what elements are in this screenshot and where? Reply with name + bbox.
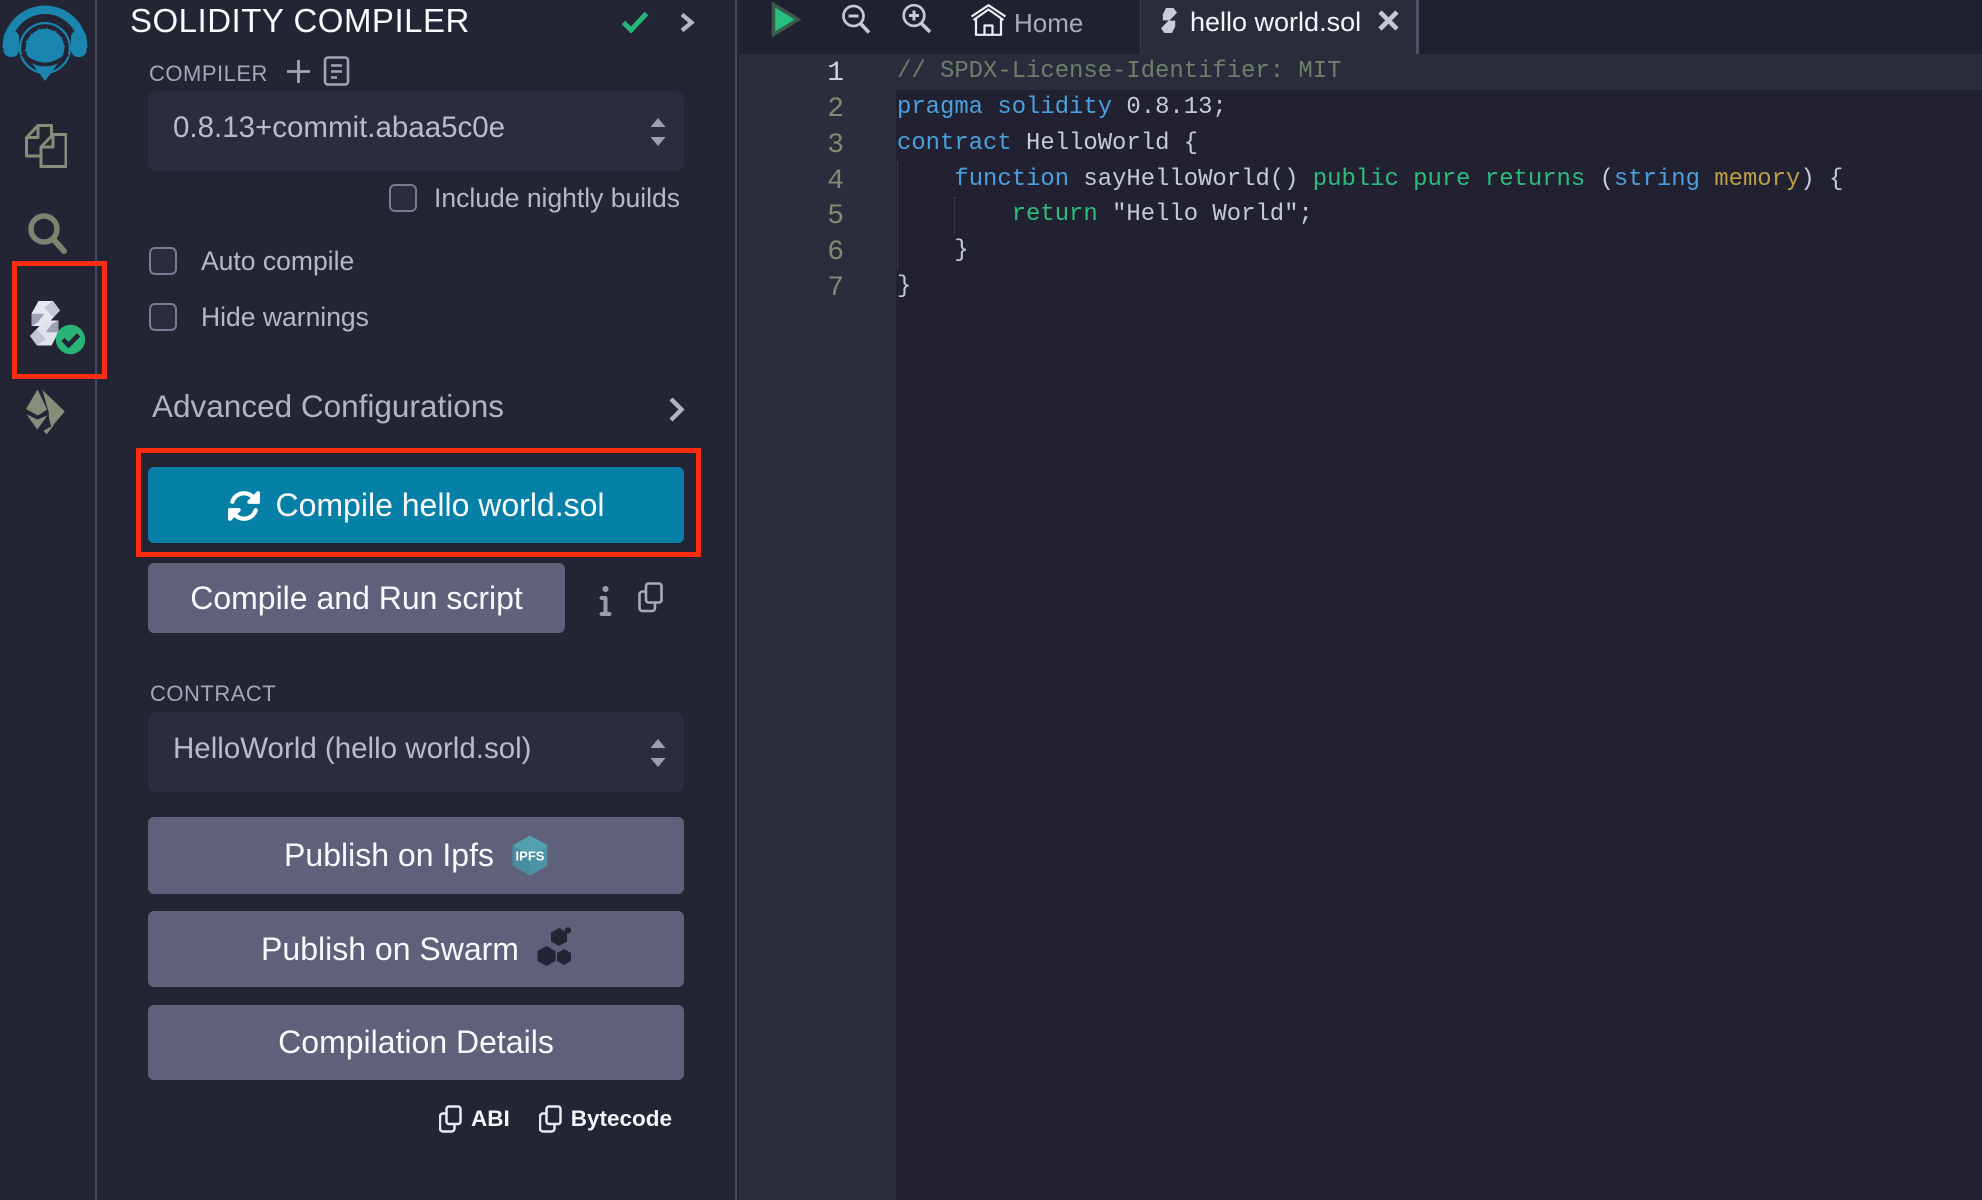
svg-text:IPFS: IPFS [516, 849, 545, 864]
